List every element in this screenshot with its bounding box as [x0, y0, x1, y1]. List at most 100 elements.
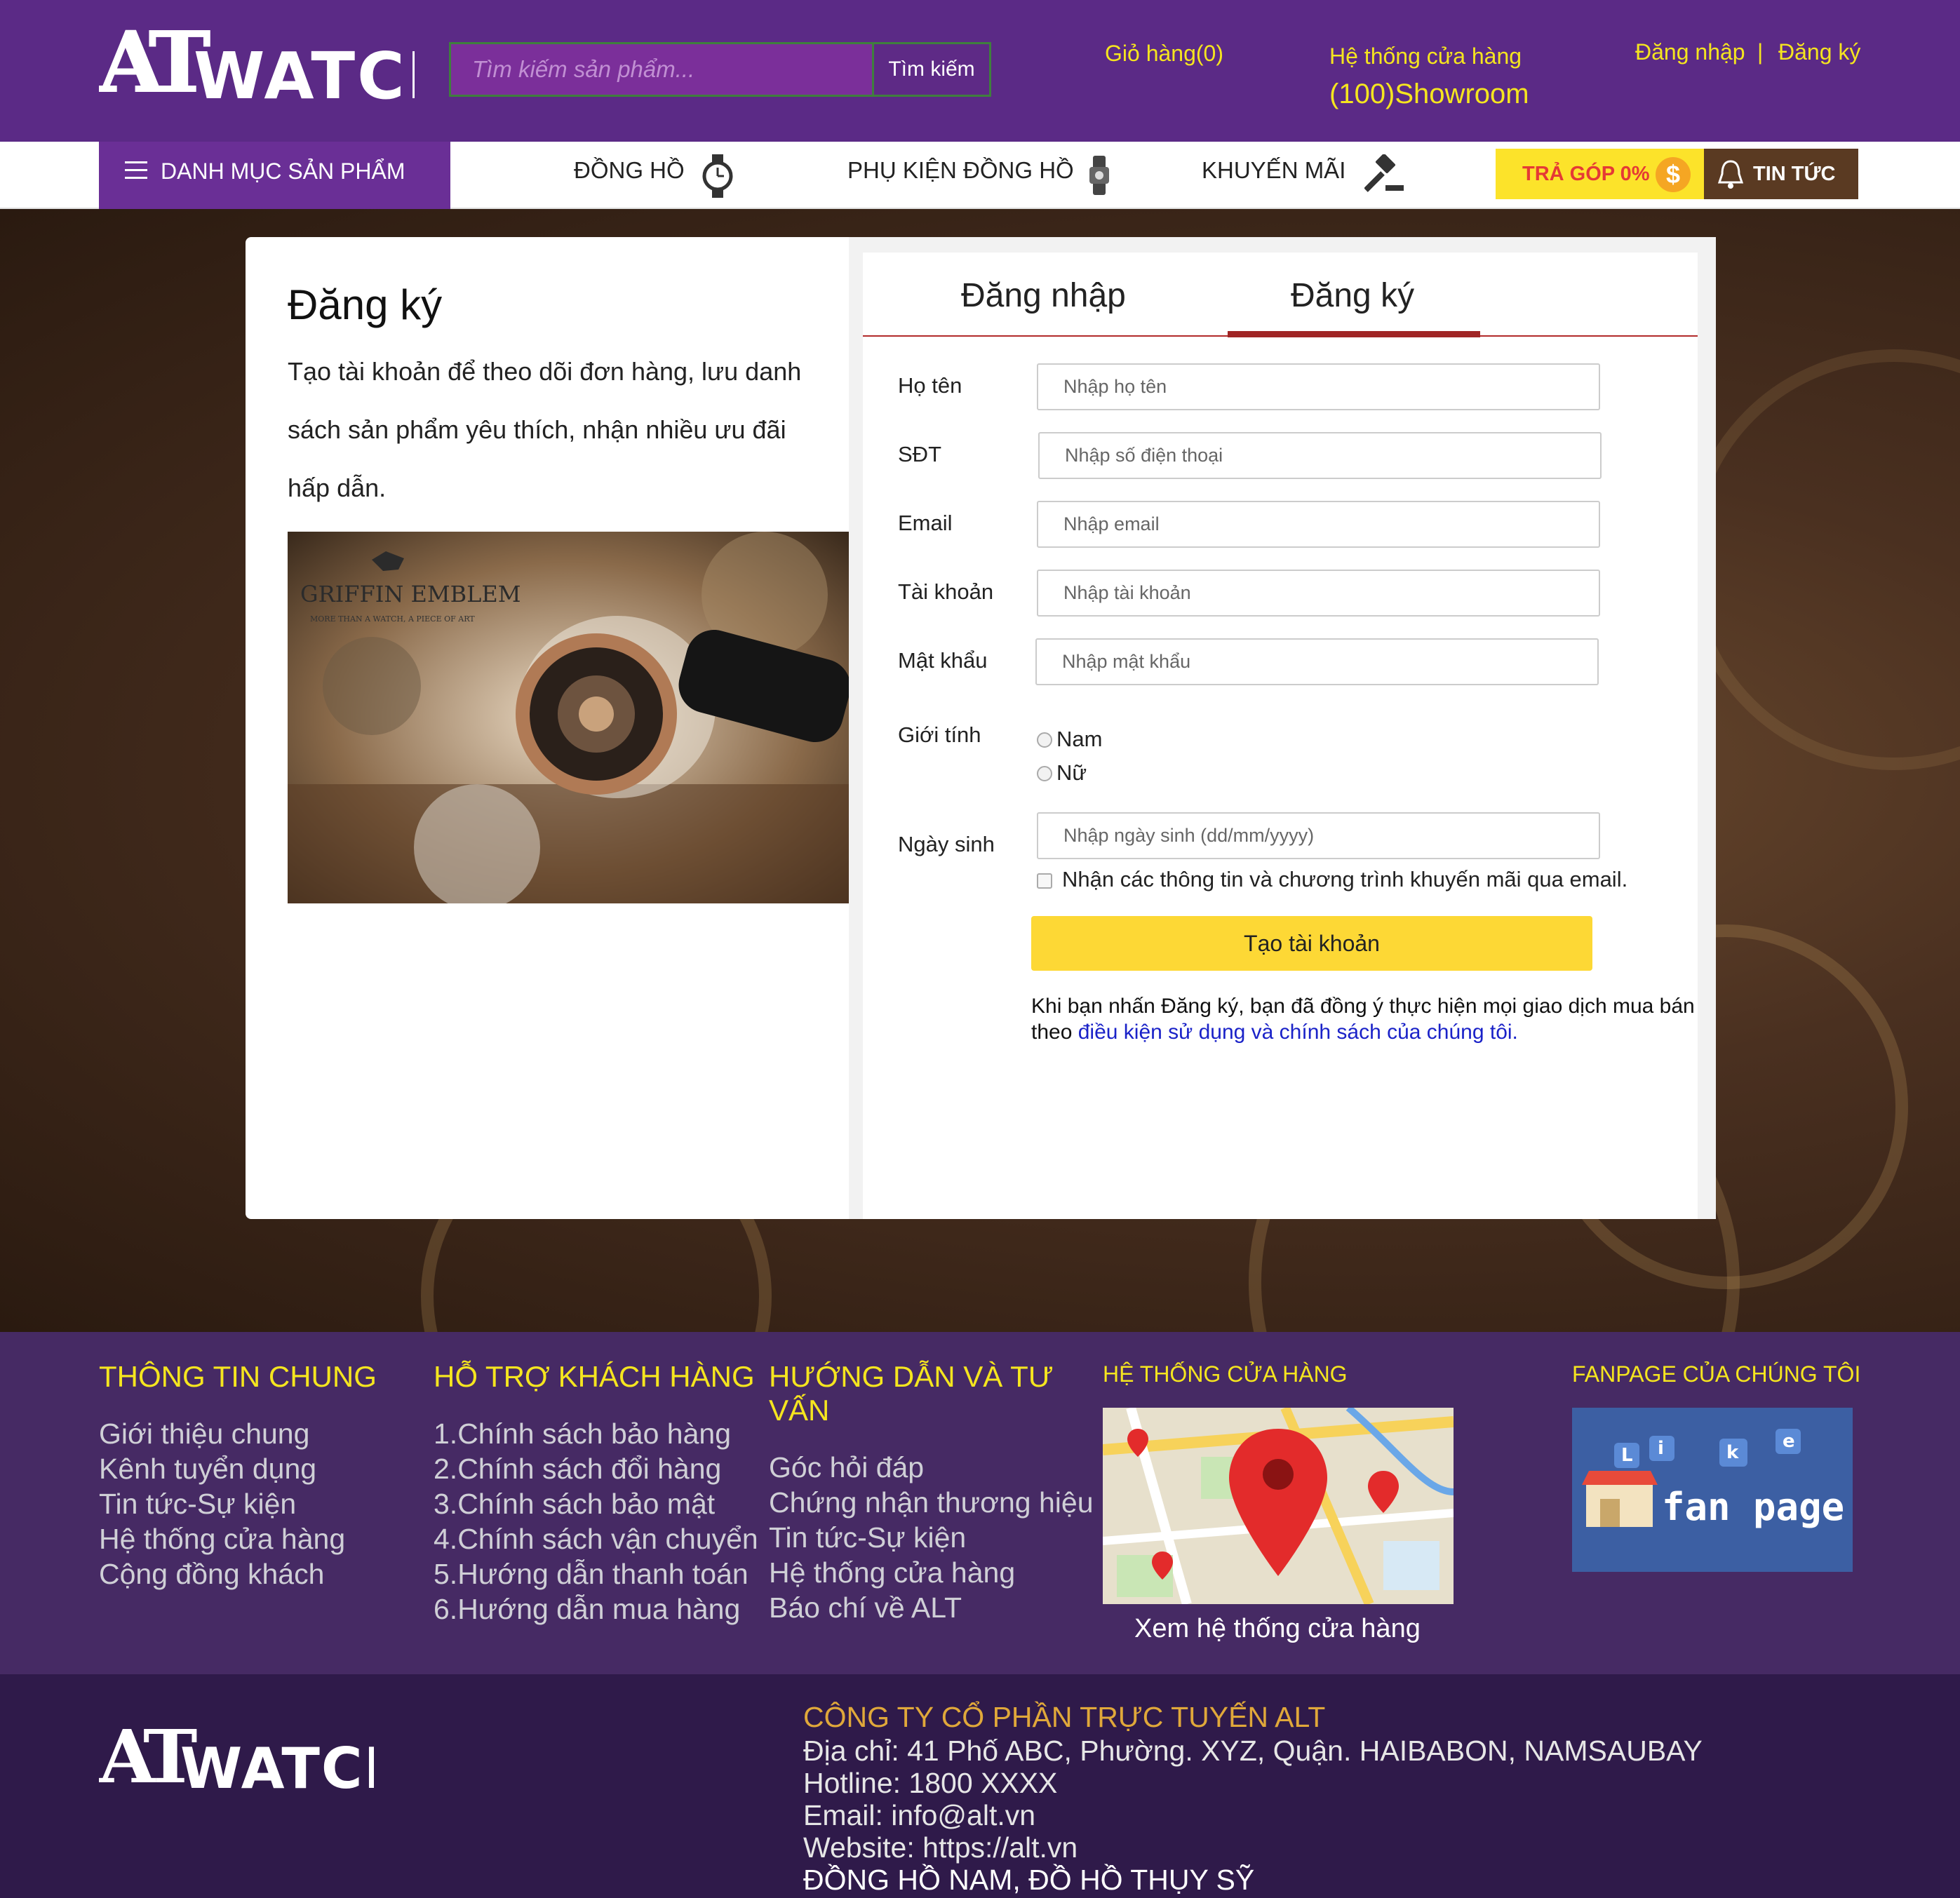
promo-tagline: MORE THAN A WATCH, A PIECE OF ART — [310, 614, 475, 624]
category-menu-button[interactable]: DANH MỤC SẢN PHẨM — [99, 142, 450, 209]
bottom-bar: AT WATCH CÔNG TY CỔ PHẦN TRỰC TUYẾN ALT … — [0, 1674, 1960, 1898]
register-form-panel: Đăng nhập Đăng ký Họ tên SĐT Email Tài k… — [863, 253, 1698, 1219]
phone-label: SĐT — [898, 442, 941, 466]
svg-text:e: e — [1783, 1431, 1795, 1452]
news-label: TIN TỨC — [1753, 163, 1836, 185]
news-button[interactable]: TIN TỨC — [1704, 149, 1858, 199]
email-label: Email — [898, 511, 953, 535]
watch-icon — [702, 154, 733, 198]
footer-link[interactable]: 2.Chính sách đổi hàng — [434, 1451, 758, 1486]
tab-login[interactable]: Đăng nhập — [961, 276, 1126, 315]
alt-watch-logo-footer[interactable]: AT WATCH — [99, 1721, 374, 1798]
company-slogan: ĐỒNG HỒ NAM, ĐỒ HỒ THỤY SỸ — [803, 1864, 1255, 1896]
footer-link[interactable]: 3.Chính sách bảo mật — [434, 1486, 758, 1521]
gender-label: Giới tính — [898, 722, 981, 747]
fullname-label: Họ tên — [898, 373, 962, 398]
email-field[interactable] — [1037, 501, 1600, 548]
footer-link[interactable]: Báo chí về ALT — [769, 1590, 1094, 1625]
password-label: Mật khẩu — [898, 648, 988, 673]
installment-label: TRẢ GÓP 0% — [1522, 163, 1650, 185]
svg-text:WATCH: WATCH — [194, 39, 415, 109]
radio-icon — [1037, 732, 1052, 748]
tab-register[interactable]: Đăng ký — [1291, 276, 1414, 315]
svg-text:L: L — [1621, 1445, 1633, 1466]
footer: THÔNG TIN CHUNG Giới thiệu chung Kênh tu… — [0, 1332, 1960, 1674]
password-field[interactable] — [1035, 638, 1599, 685]
store-map-image[interactable] — [1103, 1408, 1454, 1604]
footer-link[interactable]: 5.Hướng dẫn thanh toán — [434, 1556, 758, 1591]
bell-icon — [1717, 160, 1744, 189]
register-info-panel: Đăng ký Tạo tài khoản để theo dõi đơn hà… — [246, 237, 849, 1219]
birthday-label: Ngày sinh — [898, 832, 995, 856]
company-name: CÔNG TY CỔ PHẦN TRỰC TUYẾN ALT — [803, 1701, 1326, 1733]
footer-link[interactable]: Cộng đồng khách — [99, 1556, 345, 1591]
footer-link[interactable]: 6.Hướng dẫn mua hàng — [434, 1591, 758, 1627]
footer-col3-list: Góc hỏi đáp Chứng nhận thương hiệu Tin t… — [769, 1450, 1094, 1625]
footer-col1-title: THÔNG TIN CHUNG — [99, 1360, 377, 1393]
register-description: Tạo tài khoản để theo dõi đơn hàng, lưu … — [288, 357, 802, 502]
footer-col2-title: HỖ TRỢ KHÁCH HÀNG — [434, 1360, 755, 1393]
svg-text:WATCH: WATCH — [180, 1736, 374, 1798]
svg-text:k: k — [1726, 1442, 1739, 1463]
company-website[interactable]: Website: https://alt.vn — [803, 1831, 1078, 1864]
auth-separator: | — [1757, 39, 1764, 65]
nav-item-watches[interactable]: ĐỒNG HỒ — [574, 157, 685, 184]
search-button[interactable]: Tìm kiếm — [872, 42, 991, 97]
phone-field[interactable] — [1038, 432, 1602, 479]
nav-item-accessories[interactable]: PHỤ KIỆN ĐỒNG HỒ — [847, 157, 1074, 184]
installment-button[interactable]: TRẢ GÓP 0% $ — [1496, 149, 1704, 199]
footer-link[interactable]: 4.Chính sách vận chuyển — [434, 1521, 758, 1556]
hamburger-icon — [125, 161, 147, 180]
svg-text:i: i — [1658, 1438, 1664, 1459]
main-nav: DANH MỤC SẢN PHẨM ĐỒNG HỒ PHỤ KIỆN ĐỒNG … — [0, 142, 1960, 209]
register-card: Đăng ký Tạo tài khoản để theo dõi đơn hà… — [246, 237, 1716, 1219]
store-system-link[interactable]: Hệ thống cửa hàng — [1329, 43, 1522, 69]
promo-watch-image: GRIFFIN EMBLEM MORE THAN A WATCH, A PIEC… — [288, 532, 849, 903]
company-address: Địa chỉ: 41 Phố ABC, Phường. XYZ, Quận. … — [803, 1735, 1703, 1767]
header: AT WATCH Tìm kiếm Giỏ hàng(0) Hệ thống c… — [0, 0, 1960, 142]
footer-link[interactable]: Kênh tuyển dụng — [99, 1451, 345, 1486]
footer-link[interactable]: Hệ thống cửa hàng — [99, 1521, 345, 1556]
category-menu-label: DANH MỤC SẢN PHẨM — [161, 159, 405, 184]
footer-link[interactable]: Chứng nhận thương hiệu — [769, 1485, 1094, 1520]
terms-link[interactable]: điều kiện sử dụng và chính sách của chún… — [1078, 1021, 1518, 1044]
gender-option-female: Nữ — [1056, 760, 1087, 785]
create-account-button[interactable]: Tạo tài khoản — [1031, 916, 1592, 971]
dollar-coin-icon: $ — [1656, 157, 1691, 192]
birthday-field[interactable] — [1037, 812, 1600, 859]
footer-link[interactable]: Góc hỏi đáp — [769, 1450, 1094, 1485]
cart-link[interactable]: Giỏ hàng(0) — [1105, 41, 1223, 67]
footer-link[interactable]: Tin tức-Sự kiện — [99, 1486, 345, 1521]
company-email: Email: info@alt.vn — [803, 1799, 1036, 1831]
gender-radio-female[interactable]: Nữ — [1037, 760, 1087, 786]
fanpage-image-text: fan page — [1662, 1485, 1844, 1529]
watch-strap-icon — [1089, 156, 1109, 195]
gender-option-male: Nam — [1056, 727, 1103, 751]
footer-col4-title: HỆ THỐNG CỬA HÀNG — [1103, 1361, 1348, 1387]
alt-watch-logo[interactable]: AT WATCH — [99, 21, 415, 109]
page-title: Đăng ký — [288, 281, 443, 328]
register-link[interactable]: Đăng ký — [1778, 39, 1860, 65]
active-tab-indicator — [1228, 331, 1480, 337]
footer-col5-title: FANPAGE CỦA CHÚNG TÔI — [1572, 1361, 1861, 1387]
fullname-field[interactable] — [1037, 363, 1600, 410]
account-field[interactable] — [1037, 570, 1600, 617]
footer-link[interactable]: Hệ thống cửa hàng — [769, 1555, 1094, 1590]
gavel-icon — [1364, 154, 1404, 192]
footer-link[interactable]: Giới thiệu chung — [99, 1416, 345, 1451]
footer-link[interactable]: Tin tức-Sự kiện — [769, 1520, 1094, 1555]
account-label: Tài khoản — [898, 579, 994, 604]
gender-radio-male[interactable]: Nam — [1037, 727, 1102, 752]
fanpage-image[interactable]: L i k e fan page — [1572, 1408, 1853, 1572]
nav-item-promotions[interactable]: KHUYẾN MÃI — [1202, 157, 1345, 184]
promo-brand: GRIFFIN EMBLEM — [300, 581, 521, 607]
footer-link[interactable]: 1.Chính sách bảo hàng — [434, 1416, 758, 1451]
search-input[interactable] — [449, 42, 872, 97]
newsletter-checkbox[interactable]: Nhận các thông tin và chương trình khuyế… — [1037, 867, 1627, 892]
login-link[interactable]: Đăng nhập — [1635, 39, 1745, 65]
store-map-caption[interactable]: Xem hệ thống cửa hàng — [1134, 1614, 1421, 1644]
showroom-count[interactable]: (100)Showroom — [1329, 79, 1529, 110]
company-hotline: Hotline: 1800 XXXX — [803, 1767, 1058, 1799]
footer-col2-list: 1.Chính sách bảo hàng 2.Chính sách đổi h… — [434, 1416, 758, 1627]
radio-icon — [1037, 766, 1052, 781]
